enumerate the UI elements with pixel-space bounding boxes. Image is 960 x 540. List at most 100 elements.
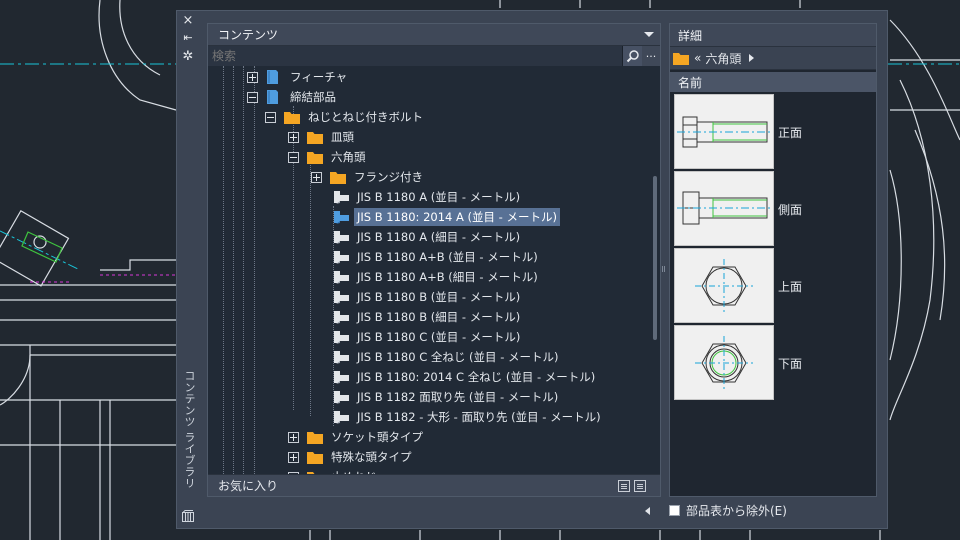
- tree-item[interactable]: JIS B 1180 C 全ねじ (並目 - メートル): [332, 347, 561, 367]
- collapse-icon[interactable]: [288, 151, 299, 163]
- content-library-palette: × ⇤ ✲ コンテンツ ライブラリ コンテンツ ...: [176, 10, 888, 529]
- bolt-icon: [332, 369, 350, 385]
- tree-item[interactable]: 締結部品: [247, 87, 339, 107]
- details-header: 詳細: [670, 24, 876, 46]
- list-view-icon[interactable]: [618, 479, 630, 492]
- palette-titlebar[interactable]: × ⇤ ✲ コンテンツ ライブラリ: [177, 11, 199, 528]
- tree-item-label: JIS B 1182 - 大形 - 面取り先 (並目 - メートル): [357, 410, 601, 424]
- library-icon[interactable]: [180, 508, 196, 524]
- tree-guide: [310, 156, 311, 416]
- details-pane: 詳細 « 六角頭 名前 正面 側面 上面 下面: [669, 23, 877, 497]
- exclude-from-bom-checkbox[interactable]: [669, 505, 680, 516]
- document-icon: [265, 89, 283, 105]
- tree-item[interactable]: JIS B 1180: 2014 C 全ねじ (並目 - メートル): [332, 367, 598, 387]
- tree-item[interactable]: JIS B 1180 A+B (並目 - メートル): [332, 247, 541, 267]
- tree-item-label: 皿頭: [331, 130, 354, 144]
- tree-item[interactable]: 六角頭: [288, 147, 369, 167]
- pin-icon[interactable]: ⇤: [180, 30, 196, 46]
- bolt-front-view-image: [677, 116, 771, 148]
- content-pane-header[interactable]: コンテンツ: [208, 24, 660, 46]
- favorites-bar[interactable]: お気に入り: [208, 474, 660, 496]
- side-view-card[interactable]: [674, 171, 774, 246]
- tree-item[interactable]: JIS B 1180 C (並目 - メートル): [332, 327, 523, 347]
- tree-scrollbar[interactable]: [653, 176, 657, 340]
- tree-item[interactable]: JIS B 1180 A+B (細目 - メートル): [332, 267, 541, 287]
- breadcrumb-label[interactable]: 六角頭: [705, 50, 741, 67]
- collapse-icon[interactable]: [265, 111, 276, 123]
- side-view-label: 側面: [778, 203, 803, 217]
- tree-item[interactable]: 皿頭: [288, 127, 357, 147]
- tree-item[interactable]: ソケット頭タイプ: [288, 427, 426, 447]
- bolt-icon: [332, 229, 350, 245]
- tree-item[interactable]: JIS B 1180 A (細目 - メートル): [332, 227, 523, 247]
- more-options-button[interactable]: ...: [642, 45, 660, 66]
- settings-icon[interactable]: ✲: [180, 49, 196, 65]
- folder-icon: [329, 169, 347, 185]
- search-input[interactable]: [208, 45, 622, 66]
- breadcrumb-back-button[interactable]: «: [694, 51, 701, 65]
- search-icon: [626, 49, 639, 62]
- top-view-label: 上面: [778, 280, 803, 294]
- tree-item[interactable]: JIS B 1182 面取り先 (並目 - メートル): [332, 387, 561, 407]
- tree-item[interactable]: JIS B 1180 B (並目 - メートル): [332, 287, 523, 307]
- folder-icon: [306, 129, 324, 145]
- details-breadcrumb: « 六角頭: [670, 46, 876, 70]
- bottom-view-card[interactable]: [674, 325, 774, 400]
- content-pane-title: コンテンツ: [218, 28, 279, 42]
- tree-item[interactable]: フィーチャ: [247, 67, 350, 87]
- folder-icon: [306, 429, 324, 445]
- bolt-side-view-image: [677, 191, 771, 225]
- tree-item[interactable]: JIS B 1180 B (細目 - メートル): [332, 307, 523, 327]
- expand-icon[interactable]: [247, 71, 258, 83]
- tree-item-label: JIS B 1180: 2014 C 全ねじ (並目 - メートル): [357, 370, 596, 384]
- tree-item-label: JIS B 1180 A+B (細目 - メートル): [357, 270, 538, 284]
- tree-item[interactable]: JIS B 1180: 2014 A (並目 - メートル): [332, 207, 560, 227]
- tree-item-label: 特殊な頭タイプ: [331, 450, 412, 464]
- tree-item-label: JIS B 1180 A (並目 - メートル): [357, 190, 521, 204]
- tree-item[interactable]: 特殊な頭タイプ: [288, 447, 415, 467]
- bolt-icon: [332, 189, 350, 205]
- folder-icon: [306, 149, 324, 165]
- chevron-right-icon[interactable]: [749, 54, 755, 62]
- exclude-from-bom-row[interactable]: 部品表から除外(E): [669, 502, 787, 519]
- search-button[interactable]: [622, 45, 642, 66]
- name-column-header: 名前: [670, 72, 876, 92]
- favorites-label: お気に入り: [218, 479, 279, 493]
- bolt-bottom-view-image: [695, 336, 753, 390]
- expand-icon[interactable]: [288, 431, 299, 443]
- bolt-icon: [332, 389, 350, 405]
- tree-guide: [233, 66, 234, 486]
- bolt-icon: [332, 329, 350, 345]
- tree-item-label: JIS B 1182 面取り先 (並目 - メートル): [357, 390, 559, 404]
- top-view-card[interactable]: [674, 248, 774, 323]
- grid-view-icon[interactable]: [634, 479, 646, 492]
- folder-icon: [306, 449, 324, 465]
- search-row: ...: [208, 45, 660, 66]
- tree-item[interactable]: JIS B 1180 A (並目 - メートル): [332, 187, 523, 207]
- document-icon: [265, 69, 283, 85]
- tree-item-label: 締結部品: [290, 90, 336, 104]
- tree-guide: [243, 66, 244, 486]
- content-tree: フィーチャ締結部品ねじとねじ付きボルト皿頭六角頭 フランジ付き JIS B 1180…: [208, 66, 660, 486]
- bolt-icon: [332, 269, 350, 285]
- expand-icon[interactable]: [288, 131, 299, 143]
- tree-guide: [254, 66, 255, 486]
- front-view-label: 正面: [778, 126, 803, 140]
- bolt-icon: [332, 209, 350, 225]
- tree-item[interactable]: フランジ付き: [311, 167, 426, 187]
- collapse-arrow-icon[interactable]: [645, 507, 650, 515]
- tree-item[interactable]: JIS B 1182 - 大形 - 面取り先 (並目 - メートル): [332, 407, 604, 427]
- tree-item-label: ねじとねじ付きボルト: [308, 110, 423, 124]
- chevron-down-icon[interactable]: [644, 32, 654, 37]
- folder-icon: [673, 53, 689, 65]
- palette-title: コンテンツ ライブラリ: [183, 370, 196, 489]
- expand-icon[interactable]: [288, 451, 299, 463]
- tree-item[interactable]: ねじとねじ付きボルト: [265, 107, 426, 127]
- collapse-icon[interactable]: [247, 91, 258, 103]
- folder-icon: [283, 109, 301, 125]
- tree-item-label: JIS B 1180 A+B (並目 - メートル): [357, 250, 538, 264]
- front-view-card[interactable]: [674, 94, 774, 169]
- expand-icon[interactable]: [311, 171, 322, 183]
- close-icon[interactable]: ×: [180, 13, 196, 29]
- pane-splitter[interactable]: [662, 266, 665, 272]
